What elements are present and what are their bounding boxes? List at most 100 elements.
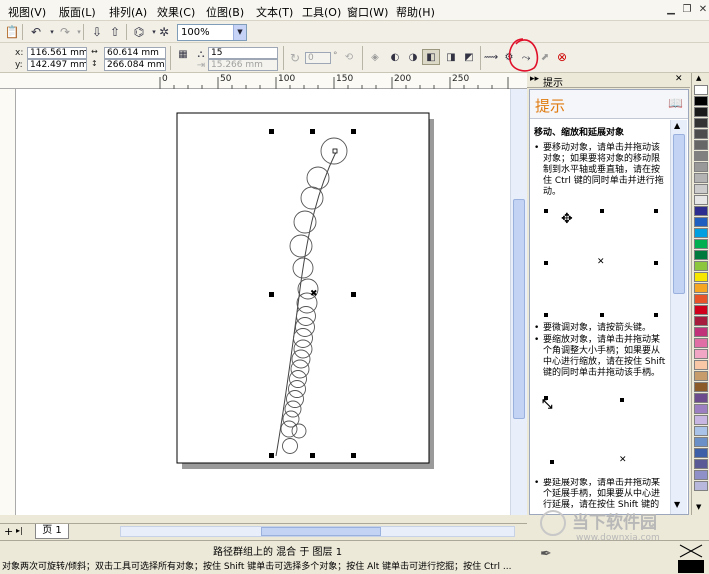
color-swatch[interactable]: [694, 151, 708, 161]
color-swatch[interactable]: [694, 162, 708, 172]
color-swatch[interactable]: [694, 294, 708, 304]
color-swatch[interactable]: [694, 184, 708, 194]
color-swatch[interactable]: [694, 448, 708, 458]
highlight-circle: [508, 38, 539, 72]
color-swatch[interactable]: [694, 316, 708, 326]
blend-rotation-field[interactable]: 0: [305, 52, 331, 64]
color-swatch[interactable]: [694, 250, 708, 260]
illustration-handle: [550, 460, 554, 464]
color-swatch[interactable]: [694, 481, 708, 491]
color-swatch[interactable]: [694, 371, 708, 381]
scrollbar-thumb[interactable]: [261, 527, 381, 536]
counterclockwise-blend-icon[interactable]: ◑: [404, 50, 422, 66]
menu-arrange[interactable]: 排列(A): [109, 4, 147, 20]
scrollbar-thumb[interactable]: [673, 134, 685, 294]
scrollbar-thumb[interactable]: [513, 199, 525, 419]
color-swatch[interactable]: [694, 96, 708, 106]
color-swatch[interactable]: [694, 349, 708, 359]
width-field[interactable]: 60.614 mm: [104, 47, 166, 59]
scroll-up-icon[interactable]: ▲: [674, 121, 680, 130]
color-swatch[interactable]: [694, 437, 708, 447]
loop-blend-icon[interactable]: ⟲: [340, 50, 358, 66]
start-end-properties-icon[interactable]: ◩: [460, 50, 478, 66]
color-swatch[interactable]: [694, 459, 708, 469]
close-icon[interactable]: ✕: [696, 3, 709, 17]
canvas-horizontal-scrollbar[interactable]: [120, 526, 515, 537]
color-swatch[interactable]: [694, 107, 708, 117]
blend-control-node[interactable]: [332, 148, 338, 154]
color-swatch[interactable]: [694, 327, 708, 337]
color-swatch[interactable]: [694, 118, 708, 128]
blend-steps-field[interactable]: 15: [208, 47, 278, 59]
color-swatch[interactable]: [694, 206, 708, 216]
clear-blend-icon[interactable]: ⊗: [553, 49, 571, 65]
path-properties-icon[interactable]: ⟿: [482, 50, 500, 66]
color-swatch[interactable]: [694, 470, 708, 480]
color-swatch[interactable]: [694, 415, 708, 425]
menu-window[interactable]: 窗口(W): [347, 4, 388, 20]
document-page[interactable]: [176, 112, 430, 464]
preset-list-icon[interactable]: ▦: [174, 47, 192, 63]
menu-bitmaps[interactable]: 位图(B): [206, 4, 244, 20]
color-swatch[interactable]: [694, 228, 708, 238]
menu-help[interactable]: 帮助(H): [396, 4, 435, 20]
help-book-icon[interactable]: 📖: [668, 96, 683, 110]
toolbar-separator: [170, 46, 171, 70]
direct-blend-icon[interactable]: ◈: [366, 50, 384, 66]
color-swatch[interactable]: [694, 283, 708, 293]
color-swatch[interactable]: [694, 195, 708, 205]
menu-layout[interactable]: 版面(L): [59, 4, 96, 20]
paste-icon[interactable]: 📋: [3, 24, 21, 40]
color-swatch[interactable]: [694, 85, 708, 95]
page-tab[interactable]: 页 1: [35, 524, 69, 539]
menu-tools[interactable]: 工具(O): [302, 4, 341, 20]
menu-effects[interactable]: 效果(C): [157, 4, 195, 20]
color-swatch[interactable]: [694, 173, 708, 183]
restore-icon[interactable]: ❐: [680, 3, 694, 17]
last-page-icon[interactable]: ▸|: [16, 526, 23, 535]
docker-collapse-icon[interactable]: ▸▸: [530, 74, 539, 84]
export-icon[interactable]: ⇧: [106, 24, 124, 40]
vertical-ruler[interactable]: [0, 89, 16, 515]
docker-scrollbar[interactable]: ▲ ▼: [670, 120, 687, 514]
color-swatch[interactable]: [694, 305, 708, 315]
canvas-vertical-scrollbar[interactable]: [510, 89, 527, 515]
object-color-acceleration-icon[interactable]: ◧: [422, 49, 440, 65]
color-swatch[interactable]: [694, 360, 708, 370]
illustration-handle: [600, 313, 604, 317]
blend-spacing-field[interactable]: 15.266 mm: [208, 59, 278, 71]
color-swatch[interactable]: [694, 272, 708, 282]
x-position-field[interactable]: 116.561 mm: [27, 47, 87, 59]
menu-view[interactable]: 视图(V): [8, 4, 46, 20]
redo-dropdown-icon[interactable]: ▾: [70, 24, 88, 40]
color-swatch[interactable]: [694, 382, 708, 392]
minimize-icon[interactable]: ▁: [664, 3, 678, 17]
color-swatch[interactable]: [694, 261, 708, 271]
color-swatch[interactable]: [694, 217, 708, 227]
y-position-field[interactable]: 142.497 mm: [27, 59, 87, 71]
height-field[interactable]: 266.084 mm: [104, 59, 166, 71]
x-label: x:: [15, 48, 24, 58]
add-page-icon[interactable]: +: [4, 525, 13, 538]
horizontal-ruler[interactable]: 0 50 100 150 200 250: [0, 73, 527, 89]
outline-color-swatch[interactable]: [678, 560, 704, 573]
menu-text[interactable]: 文本(T): [256, 4, 293, 20]
chevron-down-icon[interactable]: ▼: [233, 25, 246, 40]
color-swatch[interactable]: [694, 338, 708, 348]
color-swatch[interactable]: [694, 426, 708, 436]
drawing-canvas[interactable]: ✖: [16, 89, 510, 515]
palette-scroll-up-icon[interactable]: ▲: [696, 74, 701, 82]
color-swatch[interactable]: [694, 404, 708, 414]
corel-online-icon[interactable]: ✲: [155, 24, 173, 40]
toolbar-separator: [480, 46, 481, 70]
color-swatch[interactable]: [694, 129, 708, 139]
color-swatch[interactable]: [694, 393, 708, 403]
zoom-level-combo[interactable]: 100% ▼: [177, 24, 247, 41]
import-icon[interactable]: ⇩: [88, 24, 106, 40]
color-swatch[interactable]: [694, 239, 708, 249]
color-swatch[interactable]: [694, 140, 708, 150]
clockwise-blend-icon[interactable]: ◐: [386, 50, 404, 66]
blend-properties-icon[interactable]: ◨: [442, 50, 460, 66]
docker-close-icon[interactable]: ✕: [675, 74, 683, 84]
palette-scroll-down-icon[interactable]: ▼: [696, 503, 701, 511]
